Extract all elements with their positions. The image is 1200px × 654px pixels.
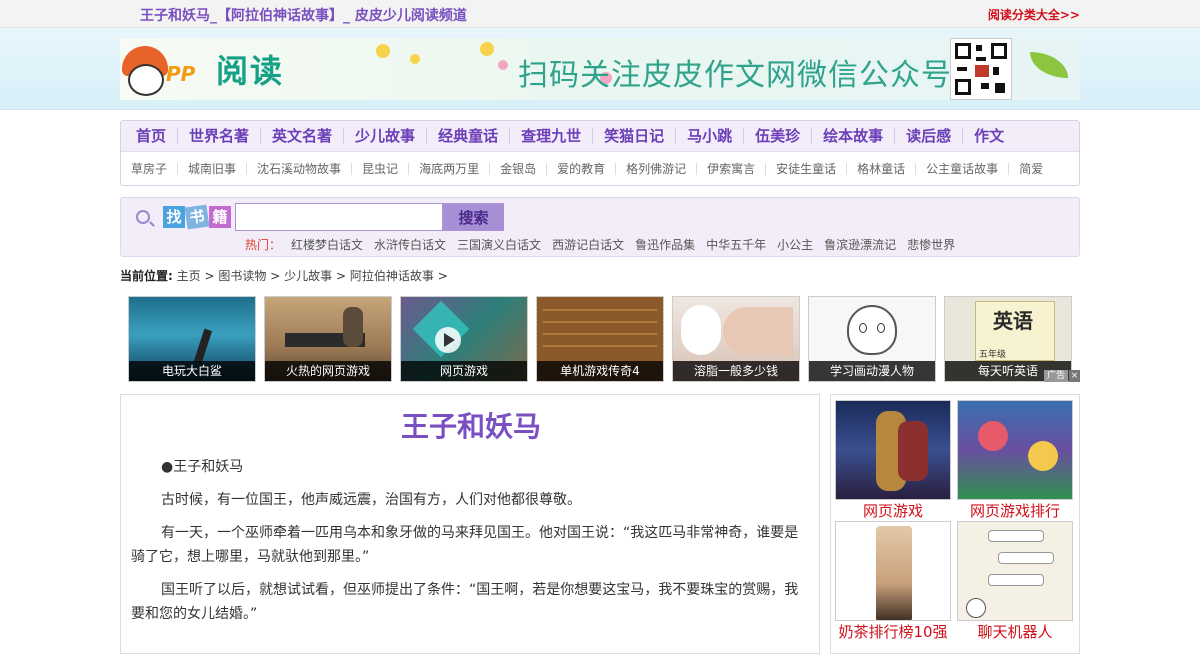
find-books-char: 找: [163, 206, 185, 228]
find-books-char: 书: [184, 204, 210, 230]
thumb-caption: 网页游戏: [401, 361, 527, 381]
breadcrumb-item[interactable]: 图书读物: [218, 269, 266, 283]
side-ad-web-game[interactable]: 网页游戏: [835, 400, 951, 521]
nav-sub-item[interactable]: 海底两万里: [409, 162, 491, 175]
side-ad-caption: 奶茶排行榜10强: [838, 623, 948, 641]
nav-sub-item[interactable]: 沈石溪动物故事: [247, 162, 353, 175]
article-paragraph: 国王听了以后，就想试试看，但巫师提出了条件：“国王啊，若是你想要这宝马，我不要珠…: [131, 582, 799, 622]
thumb-caption: 溶脂一般多少钱: [673, 361, 799, 381]
nav-main-item[interactable]: 经典童话: [427, 128, 511, 144]
side-ad-image: [957, 521, 1073, 621]
breadcrumb-item[interactable]: 少儿故事: [284, 269, 332, 283]
breadcrumb-label: 当前位置:: [120, 269, 173, 283]
find-books-logo: 找 书 籍: [163, 204, 232, 230]
nav-sub-item[interactable]: 公主童话故事: [916, 162, 1010, 175]
nav-sub-item[interactable]: 草房子: [121, 162, 179, 175]
nav-sub-item[interactable]: 爱的教育: [547, 162, 617, 175]
nav-sub-item[interactable]: 简爱: [1009, 163, 1053, 175]
side-ad-milk-tea[interactable]: 奶茶排行榜10强: [835, 521, 951, 642]
hot-search-link[interactable]: 鲁滨逊漂流记: [824, 236, 896, 253]
article-paragraph: 古时候，有一位国王，他声威远震，治国有方，人们对他都很尊敬。: [161, 492, 581, 508]
nav-main-item[interactable]: 英文名著: [261, 128, 345, 144]
breadcrumb-separator: >: [437, 269, 448, 283]
nav-main-item[interactable]: 马小跳: [676, 128, 745, 144]
hot-searches: 热门： 红楼梦白话文 水浒传白话文 三国演义白话文 西游记白话文 鲁迅作品集 中华五千年小…: [245, 236, 966, 253]
hot-search-link[interactable]: 西游记白话文: [552, 236, 624, 253]
nav-main-item[interactable]: 世界名著: [178, 128, 262, 144]
search-input[interactable]: [235, 203, 443, 231]
side-ad-image: [835, 521, 951, 621]
nav-main-item[interactable]: 查理九世: [510, 128, 594, 144]
hot-search-link[interactable]: 中华五千年: [706, 236, 766, 253]
thumb-ad-anime-drawing[interactable]: 学习画动漫人物: [808, 296, 936, 382]
breadcrumb: 当前位置: 主页 > 图书读物 > 少儿故事 > 阿拉伯神话故事 >: [120, 267, 448, 284]
ad-label: 广告: [1043, 370, 1068, 382]
nav-sub-item[interactable]: 格列佛游记: [616, 162, 698, 175]
nav-secondary: 草房子 城南旧事 沈石溪动物故事 昆虫记 海底两万里 金银岛 爱的教育 格列佛游记 伊索寓言 安徒…: [121, 152, 1079, 185]
thumbnail-ad-strip: 电玩大白鲨 火热的网页游戏 网页游戏 单机游戏传奇4 溶脂一般多少钱 学习画动漫…: [128, 296, 1080, 384]
nav-main-item[interactable]: 绘本故事: [812, 128, 896, 144]
hot-search-link[interactable]: 红楼梦白话文: [291, 236, 363, 253]
book-search-panel: 找 书 籍 搜索 热门： 红楼梦白话文 水浒传白话文 三国演义白话文 西游记白话文 鲁迅…: [120, 197, 1080, 257]
thumb-ad-web-game-hot[interactable]: 火热的网页游戏: [264, 296, 392, 382]
article-panel: 王子和妖马 ●王子和妖马古时候，有一位国王，他声威远震，治国有方，人们对他都很尊…: [120, 394, 820, 654]
sidebar-ads: 网页游戏 网页游戏排行 奶茶排行榜10强 聊天机器人: [830, 394, 1080, 654]
side-ad-chatbot[interactable]: 聊天机器人: [957, 521, 1073, 642]
article-title: 王子和妖马: [400, 410, 541, 443]
hot-search-link[interactable]: 小公主: [777, 236, 813, 253]
article-body: ●王子和妖马古时候，有一位国王，他声威远震，治国有方，人们对他都很尊敬。有一天，…: [131, 455, 801, 635]
side-ad-image: [835, 400, 951, 500]
breadcrumb-item[interactable]: 主页: [177, 269, 201, 283]
nav-sub-item[interactable]: 格林童话: [847, 162, 917, 175]
nav-main-item[interactable]: 少儿故事: [344, 128, 428, 144]
thumb-caption: 学习画动漫人物: [809, 361, 935, 381]
nav-main-item[interactable]: 笑猫日记: [593, 128, 677, 144]
nav-sub-item[interactable]: 城南旧事: [178, 162, 248, 175]
nav-main-item[interactable]: 作文: [963, 128, 1015, 144]
nav-sub-item[interactable]: 伊索寓言: [697, 162, 767, 175]
nav-sub-item[interactable]: 金银岛: [490, 162, 548, 175]
nav-sub-item[interactable]: 安徒生童话: [766, 162, 848, 175]
nav-main-item[interactable]: 读后感: [895, 128, 964, 144]
breadcrumb-separator: >: [270, 269, 281, 283]
search-button[interactable]: 搜索: [443, 203, 504, 231]
thumb-ad-legend-game[interactable]: 单机游戏传奇4: [536, 296, 664, 382]
hot-search-link[interactable]: 水浒传白话文: [374, 236, 446, 253]
thumb-caption: 火热的网页游戏: [265, 361, 391, 381]
nav-primary: 首页 世界名著 英文名著 少儿故事 经典童话 查理九世 笑猫日记 马小跳 伍美珍 绘本故事 读后感作…: [121, 121, 1079, 152]
side-ad-image: [957, 400, 1073, 500]
nav-main-item[interactable]: 首页: [125, 128, 179, 144]
breadcrumb-item[interactable]: 阿拉伯神话故事: [350, 269, 434, 283]
hot-label: 热门：: [245, 238, 282, 252]
thumb-ad-shark-game[interactable]: 电玩大白鲨: [128, 296, 256, 382]
side-ad-caption: 网页游戏: [862, 502, 923, 520]
side-ad-caption: 网页游戏排行: [969, 502, 1060, 520]
english-book-grade: 五年级: [979, 350, 1007, 360]
close-ad-icon[interactable]: ×: [1069, 370, 1080, 382]
article-paragraph: ●王子和妖马: [161, 459, 244, 475]
find-books-char: 籍: [209, 206, 231, 228]
main-navigation: 首页 世界名著 英文名著 少儿故事 经典童话 查理九世 笑猫日记 马小跳 伍美珍 绘本故事 读后感作…: [120, 120, 1080, 186]
hot-search-link[interactable]: 三国演义白话文: [457, 236, 541, 253]
side-ad-game-ranking[interactable]: 网页游戏排行: [957, 400, 1073, 521]
thumb-ad-web-game[interactable]: 网页游戏: [400, 296, 528, 382]
nav-main-item[interactable]: 伍美珍: [744, 128, 813, 144]
hot-search-link[interactable]: 悲惨世界: [907, 236, 955, 253]
article-paragraph: 有一天，一个巫师牵着一匹用乌本和象牙做的马来拜见国王。他对国王说：“我这匹马非常…: [131, 525, 799, 565]
breadcrumb-separator: >: [204, 269, 215, 283]
search-icon: [136, 210, 150, 224]
thumb-caption: 电玩大白鲨: [129, 361, 255, 381]
thumb-ad-liposuction[interactable]: 溶脂一般多少钱: [672, 296, 800, 382]
thumb-caption: 单机游戏传奇4: [537, 361, 663, 381]
play-icon: [435, 327, 461, 353]
breadcrumb-separator: >: [335, 269, 347, 283]
side-ad-caption: 聊天机器人: [977, 623, 1053, 641]
nav-sub-item[interactable]: 昆虫记: [352, 162, 410, 175]
english-book-text: 英语: [993, 309, 1033, 333]
hot-search-link[interactable]: 鲁迅作品集: [635, 236, 695, 253]
